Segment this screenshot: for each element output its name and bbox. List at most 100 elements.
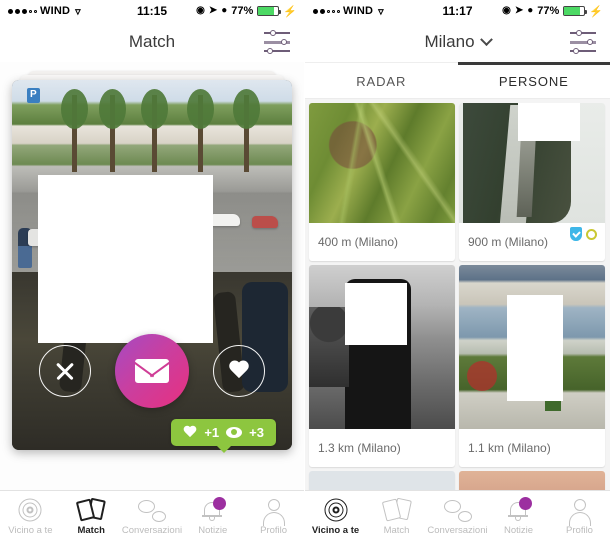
cards-icon xyxy=(381,496,412,522)
rotation-lock-icon: ◉ xyxy=(196,5,205,16)
dual-screenshot-container: WIND ▿ 11:15 ◉ ➤ ● 77% ⚡ Match P +1 +3 V… xyxy=(0,0,610,541)
location-arrow-icon: ➤ xyxy=(208,5,218,16)
status-left: WIND ▿ xyxy=(313,5,384,18)
close-icon xyxy=(54,360,76,382)
redaction-block xyxy=(345,283,407,345)
segment-tabs: RADAR PERSONE xyxy=(305,62,610,99)
tab-label: Profilo xyxy=(566,525,593,536)
status-circle-icon xyxy=(586,228,597,240)
tab-conversazioni[interactable]: Conversazioni xyxy=(122,496,183,536)
tab-conversazioni[interactable]: Conversazioni xyxy=(427,496,488,536)
chat-icon xyxy=(137,496,166,522)
redaction-block xyxy=(38,175,213,343)
match-card-area: +1 +3 xyxy=(0,62,304,472)
battery-icon xyxy=(257,6,282,16)
slider-row-3 xyxy=(570,47,596,54)
heart-icon xyxy=(228,359,250,381)
bottom-tab-bar: Vicino a te Match Conversazioni Notizie … xyxy=(0,490,304,541)
battery-icon xyxy=(563,6,588,16)
person-card[interactable]: 900 m (Milano) xyxy=(459,103,605,261)
sliders-icon[interactable] xyxy=(264,29,290,54)
tab-profilo[interactable]: Profilo xyxy=(243,496,304,536)
person-photo xyxy=(309,265,455,429)
bell-icon xyxy=(201,496,226,522)
page-title: Match xyxy=(128,32,176,51)
toast-eye-count: +3 xyxy=(249,425,264,440)
status-right: ◉ ➤ ● 77% ⚡ xyxy=(502,5,603,18)
slider-row-2 xyxy=(570,38,596,45)
envelope-icon xyxy=(135,359,169,383)
tab-match[interactable]: Match xyxy=(366,496,427,536)
location-selector[interactable]: Milano xyxy=(424,32,493,52)
person-meta: 900 m (Milano) xyxy=(459,223,605,261)
tab-label: Match xyxy=(383,525,410,536)
signal-strength-dots xyxy=(313,8,340,14)
cards-icon xyxy=(75,496,107,522)
person-card[interactable]: 400 m (Milano) xyxy=(309,103,455,261)
status-left: WIND ▿ xyxy=(8,5,81,18)
tab-label: Notizie xyxy=(198,525,228,536)
wifi-icon: ▿ xyxy=(75,5,81,18)
tab-label: Match xyxy=(77,525,105,536)
tab-profilo[interactable]: Profilo xyxy=(549,496,610,536)
tab-match[interactable]: Match xyxy=(61,496,122,536)
distance-label: 400 m (Milano) xyxy=(318,235,399,249)
slider-row-2 xyxy=(264,38,290,45)
tab-label: Vicino a te xyxy=(8,525,53,536)
message-button[interactable] xyxy=(115,334,189,408)
status-bar: WIND ▿ 11:17 ◉ ➤ ● 77% ⚡ xyxy=(305,0,610,22)
verified-shield-icon xyxy=(570,227,582,241)
tab-vicino-a-te[interactable]: Vicino a te xyxy=(0,496,61,536)
tab-label: Conversazioni xyxy=(121,525,183,536)
battery-percent: 77% xyxy=(231,5,254,17)
carrier-name: WIND xyxy=(343,5,374,17)
alarm-icon: ● xyxy=(221,5,228,16)
person-badges xyxy=(570,227,597,241)
distance-label: 900 m (Milano) xyxy=(468,235,549,249)
tab-notizie[interactable]: Notizie xyxy=(182,496,243,536)
tab-notizie[interactable]: Notizie xyxy=(488,496,549,536)
like-button[interactable] xyxy=(213,345,265,397)
person-photo xyxy=(459,265,605,429)
tab-label: Notizie xyxy=(503,525,534,536)
signal-strength-dots xyxy=(8,8,37,14)
location-arrow-icon: ➤ xyxy=(514,5,524,16)
nav-bar: Milano xyxy=(305,22,610,62)
chevron-down-icon xyxy=(479,32,493,46)
street-trees xyxy=(12,89,292,173)
user-icon xyxy=(262,496,285,526)
charging-bolt-icon: ⚡ xyxy=(589,5,603,18)
person-card[interactable]: 1.3 km (Milano) xyxy=(309,265,455,467)
tab-radar[interactable]: RADAR xyxy=(305,62,458,98)
chat-icon xyxy=(443,496,472,522)
match-profile-card[interactable] xyxy=(12,80,292,450)
user-icon xyxy=(568,496,591,526)
charging-bolt-icon: ⚡ xyxy=(283,5,297,18)
right-screen-persone: WIND ▿ 11:17 ◉ ➤ ● 77% ⚡ Milano RADAR PE… xyxy=(305,0,610,541)
battery-percent: 77% xyxy=(537,5,560,17)
bottom-tab-bar: Vicino a te Match Conversazioni Notizie … xyxy=(305,490,610,541)
slider-row-3 xyxy=(264,47,290,54)
notification-toast[interactable]: +1 +3 xyxy=(171,419,276,446)
tab-label: Conversazioni xyxy=(427,525,488,536)
notification-badge-dot xyxy=(212,497,226,510)
redaction-block xyxy=(518,103,580,141)
sliders-icon[interactable] xyxy=(570,29,596,54)
person-meta: 400 m (Milano) xyxy=(309,223,455,261)
notification-badge-dot xyxy=(518,497,532,510)
person-photo xyxy=(309,103,455,223)
slider-row-1 xyxy=(264,29,290,36)
people-grid[interactable]: 400 m (Milano) 900 m (Milano) 1.3 km (Mi… xyxy=(305,99,610,536)
dislike-button[interactable] xyxy=(39,345,91,397)
rotation-lock-icon: ◉ xyxy=(502,5,511,16)
left-screen-match: WIND ▿ 11:15 ◉ ➤ ● 77% ⚡ Match P +1 +3 V… xyxy=(0,0,305,541)
person-card[interactable]: 1.1 km (Milano) xyxy=(459,265,605,467)
eye-icon xyxy=(226,427,243,438)
tab-vicino-a-te[interactable]: Vicino a te xyxy=(305,496,366,536)
status-right: ◉ ➤ ● 77% ⚡ xyxy=(196,5,297,18)
person-meta: 1.3 km (Milano) xyxy=(309,429,455,467)
tab-persone[interactable]: PERSONE xyxy=(457,62,610,98)
toast-heart-count: +1 xyxy=(204,425,220,440)
radar-icon xyxy=(18,496,42,522)
redaction-block xyxy=(507,295,563,401)
